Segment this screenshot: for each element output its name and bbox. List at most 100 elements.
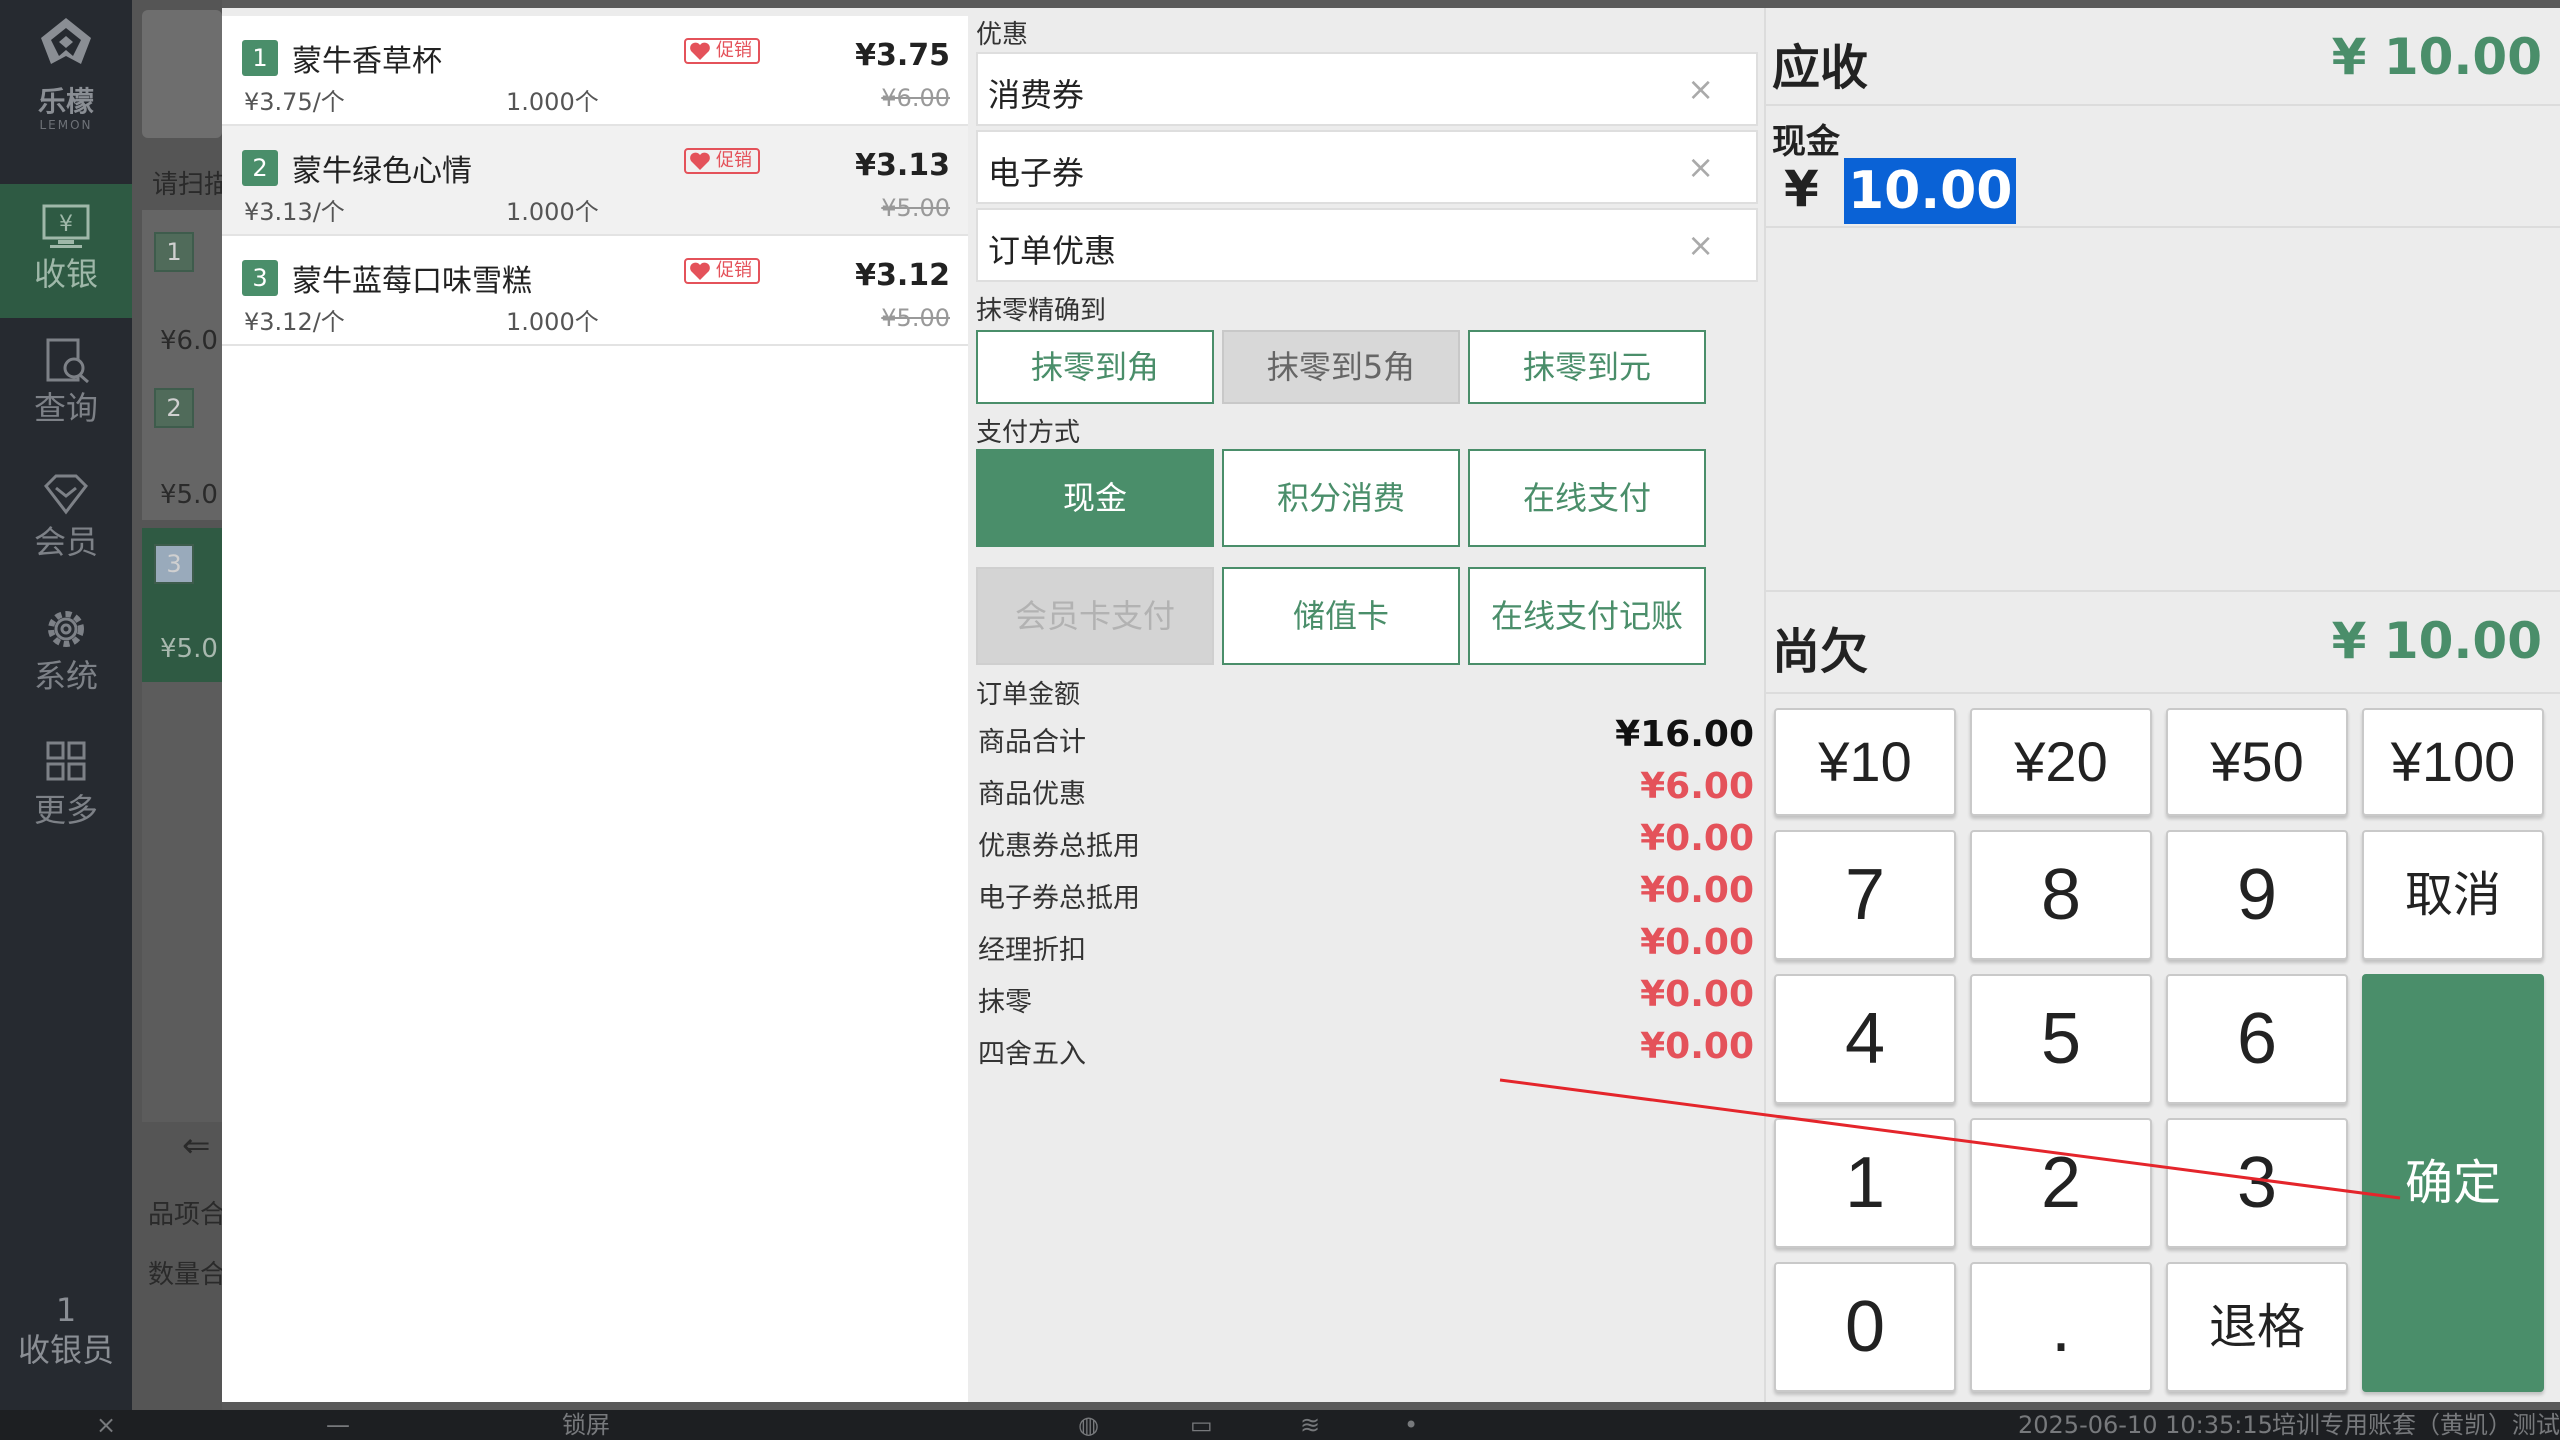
svg-text:¥: ¥ [59, 212, 73, 237]
amount-value: ¥6.00 [1640, 766, 1754, 807]
amount-value: ¥0.00 [1640, 974, 1754, 1015]
close-icon[interactable]: × [96, 1410, 116, 1440]
backspace-button[interactable]: 退格 [2166, 1262, 2348, 1392]
amount-key: 优惠券总抵用 [978, 831, 1140, 862]
product-row[interactable]: 1 蒙牛香草杯 促销 ¥3.75 ¥3.75/个 1.000个 ¥6.00 [222, 16, 968, 126]
lemon-logo-icon [41, 18, 91, 64]
sidebar-item-label: 会员 [33, 523, 98, 561]
amount-key: 四舍五入 [978, 1039, 1086, 1070]
cancel-button[interactable]: 取消 [2362, 830, 2544, 960]
divider [1766, 590, 2560, 592]
amount-value: ¥0.00 [1640, 1026, 1754, 1067]
amount-key: 电子券总抵用 [978, 883, 1140, 914]
promo-heart-icon [690, 262, 710, 280]
key-2[interactable]: 2 [1970, 1118, 2152, 1248]
amount-row: 四舍五入 ¥0.00 [978, 1024, 1754, 1076]
promo-tag: 促销 [684, 258, 760, 284]
pay-online-button[interactable]: 在线支付 [1468, 449, 1706, 547]
rounding-yuan-button[interactable]: 抹零到元 [1468, 330, 1706, 404]
key-0[interactable]: 0 [1774, 1262, 1956, 1392]
sidebar-item-query[interactable]: 查询 [0, 318, 132, 452]
key-7[interactable]: 7 [1774, 830, 1956, 960]
key-20[interactable]: ¥20 [1970, 708, 2152, 816]
pay-stored-value-button[interactable]: 储值卡 [1222, 567, 1460, 665]
divider [1766, 692, 2560, 694]
receivable-label: 应收 [1772, 40, 1869, 96]
amount-key: 抹零 [978, 987, 1032, 1018]
minimize-icon[interactable]: — [326, 1410, 350, 1440]
checkout-options: 优惠 消费券 × 电子券 × 订单优惠 × 抹零精确到 抹零到角 抹零到5角 抹… [974, 8, 1764, 1402]
key-3[interactable]: 3 [2166, 1118, 2348, 1248]
cashier-info: 1 收银员 [0, 1290, 132, 1370]
amount-row: 电子券总抵用 ¥0.00 [978, 868, 1754, 920]
amount-key: 商品合计 [978, 727, 1086, 758]
rounding-5jiao-button[interactable]: 抹零到5角 [1222, 330, 1460, 404]
sidebar-item-cashier[interactable]: ¥ 收银 [0, 184, 132, 318]
pay-cash-button[interactable]: 现金 [976, 449, 1214, 547]
amount-row: 经理折扣 ¥0.00 [978, 920, 1754, 972]
promo-tag: 促销 [684, 148, 760, 174]
status-bar: × — 锁屏 ◍ ▭ ≋ • 2025-06-10 10:35:15 培训专用账… [0, 1410, 2560, 1440]
lock-screen-button[interactable]: 锁屏 [562, 1410, 610, 1440]
bg-scan-hint: 请扫描 [152, 170, 222, 200]
key-50[interactable]: ¥50 [2166, 708, 2348, 816]
sidebar-item-label: 查询 [33, 389, 98, 427]
sidebar-item-system[interactable]: 系统 [0, 586, 132, 720]
cash-currency: ¥ [1784, 160, 1819, 218]
key-100[interactable]: ¥100 [2362, 708, 2544, 816]
member-icon [44, 474, 88, 515]
key-4[interactable]: 4 [1774, 974, 1956, 1104]
bg-empty [142, 682, 222, 1122]
bg-row-index: 2 [154, 388, 194, 428]
key-dot[interactable]: . [1970, 1262, 2152, 1392]
bg-row-index: 3 [154, 544, 194, 584]
gear-icon [48, 611, 84, 647]
grid-icon [46, 741, 86, 781]
discount-e-coupon[interactable]: 电子券 × [976, 130, 1758, 204]
key-5[interactable]: 5 [1970, 974, 2152, 1104]
brand-logo: 乐檬 LEMON [0, 16, 132, 146]
key-8[interactable]: 8 [1970, 830, 2152, 960]
cash-amount-input[interactable]: 10.00 [1844, 158, 2017, 224]
query-icon [46, 338, 89, 384]
close-icon[interactable]: × [1687, 70, 1714, 108]
key-1[interactable]: 1 [1774, 1118, 1956, 1248]
payment-panel: 应收 ¥ 10.00 现金 ¥ 10.00 尚欠 ¥ 10.00 ¥10 ¥20… [1764, 8, 2560, 1402]
product-price: ¥3.13 [855, 148, 950, 183]
monitor-icon: ▭ [1190, 1411, 1213, 1439]
owed-label: 尚欠 [1772, 624, 1869, 680]
confirm-button[interactable]: 确定 [2362, 974, 2544, 1392]
product-name: 蒙牛香草杯 [292, 44, 442, 79]
product-index: 2 [242, 150, 278, 186]
payment-section-label: 支付方式 [976, 418, 1081, 448]
product-qty: 1.000个 [506, 88, 599, 116]
pay-member-card-button[interactable]: 会员卡支付 [976, 567, 1214, 665]
pay-online-record-button[interactable]: 在线支付记账 [1468, 567, 1706, 665]
bg-total-qty: 数量合 [148, 1260, 222, 1290]
key-6[interactable]: 6 [2166, 974, 2348, 1104]
sidebar-item-more[interactable]: 更多 [0, 720, 132, 854]
product-row[interactable]: 2 蒙牛绿色心情 促销 ¥3.13 ¥3.13/个 1.000个 ¥5.00 [222, 126, 968, 236]
divider [1766, 226, 2560, 228]
key-9[interactable]: 9 [2166, 830, 2348, 960]
cashier-label: 收银员 [17, 1331, 114, 1369]
amount-row: 抹零 ¥0.00 [978, 972, 1754, 1024]
product-list: 1 蒙牛香草杯 促销 ¥3.75 ¥3.75/个 1.000个 ¥6.00 2 … [222, 16, 968, 1402]
pay-points-button[interactable]: 积分消费 [1222, 449, 1460, 547]
product-qty: 1.000个 [506, 198, 599, 226]
order-amount-label: 订单金额 [976, 680, 1081, 710]
sidebar: 乐檬 LEMON ¥ 收银 查询 会员 系统 更多 1 收银员 [0, 0, 132, 1410]
close-icon[interactable]: × [1687, 226, 1714, 264]
rounding-jiao-button[interactable]: 抹零到角 [976, 330, 1214, 404]
globe-icon: ◍ [1078, 1411, 1099, 1439]
key-10[interactable]: ¥10 [1774, 708, 1956, 816]
close-icon[interactable]: × [1687, 148, 1714, 186]
sidebar-item-member[interactable]: 会员 [0, 452, 132, 586]
product-row[interactable]: 3 蒙牛蓝莓口味雪糕 促销 ¥3.12 ¥3.12/个 1.000个 ¥5.00 [222, 236, 968, 346]
promo-tag-label: 促销 [716, 260, 752, 281]
discount-order[interactable]: 订单优惠 × [976, 208, 1758, 282]
product-orig-price: ¥5.00 [881, 304, 950, 332]
product-unit-price: ¥3.12/个 [244, 308, 345, 336]
amount-value: ¥0.00 [1640, 870, 1754, 911]
discount-consumption-coupon[interactable]: 消费券 × [976, 52, 1758, 126]
